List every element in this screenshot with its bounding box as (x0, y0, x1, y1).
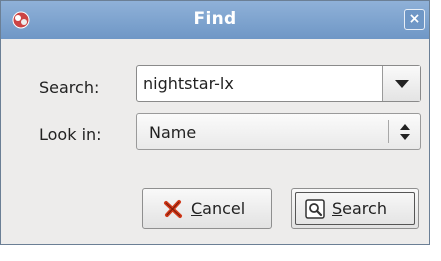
find-dialog: Find × Search: Look in: Name Cancel (0, 0, 430, 245)
select-separator (388, 120, 389, 143)
cancel-button[interactable]: Cancel (142, 188, 272, 229)
look-in-value: Name (149, 123, 197, 142)
up-down-arrows-icon (400, 124, 410, 140)
title-bar[interactable]: Find × (1, 1, 429, 39)
cancel-x-icon (164, 200, 182, 218)
search-label: Search: (39, 78, 100, 97)
close-icon: × (408, 11, 421, 27)
look-in-select[interactable]: Name (136, 113, 421, 150)
chevron-down-icon (395, 80, 409, 88)
window-title: Find (193, 9, 237, 29)
search-combo[interactable] (136, 65, 421, 102)
search-magnifier-icon (305, 199, 325, 219)
search-input[interactable] (138, 67, 381, 100)
look-in-label: Look in: (39, 125, 102, 144)
search-label-text: Search (332, 199, 387, 218)
close-button[interactable]: × (404, 9, 425, 30)
search-history-dropdown-button[interactable] (382, 66, 420, 101)
cancel-label: Cancel (191, 199, 246, 218)
search-button[interactable]: Search (291, 188, 419, 229)
